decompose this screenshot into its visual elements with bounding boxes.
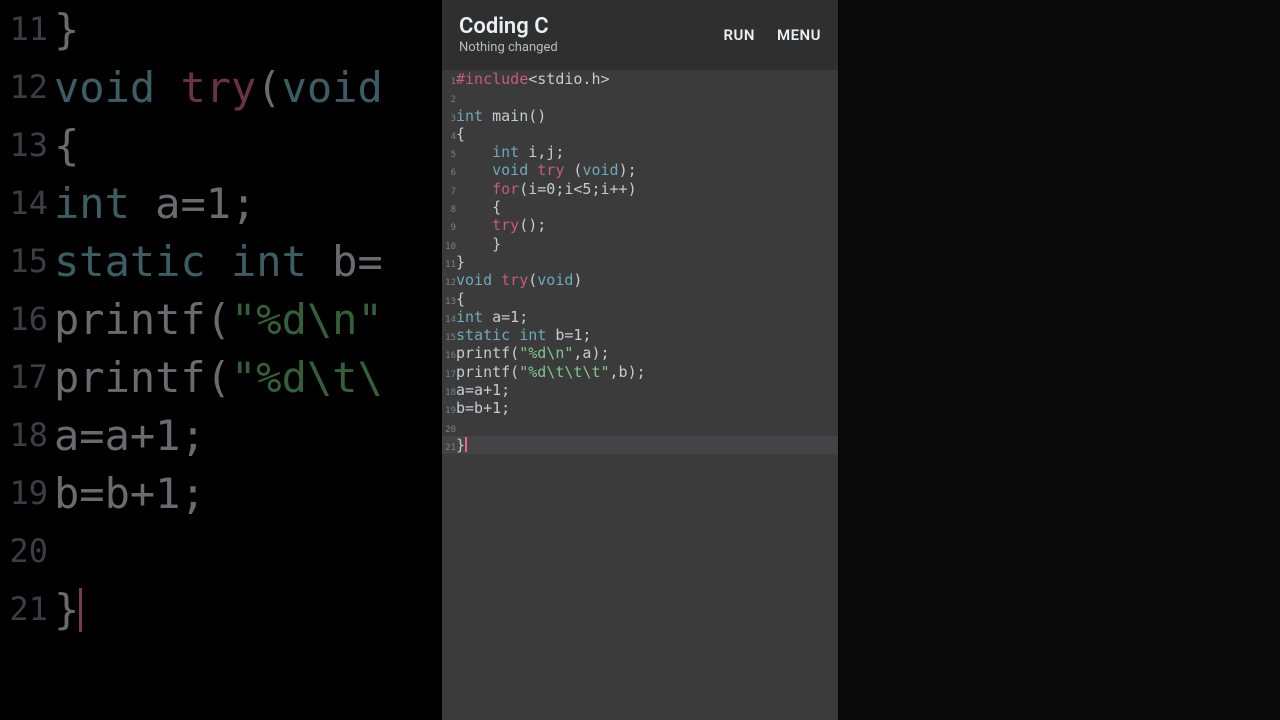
bg-code-line: b=b+1; <box>54 469 206 518</box>
code-text[interactable]: int i,j; <box>456 143 564 161</box>
title-block: Coding C Nothing changed <box>459 14 558 56</box>
code-text[interactable]: } <box>456 253 465 271</box>
code-text[interactable]: } <box>456 436 467 454</box>
bg-line-number: 17 <box>0 358 54 396</box>
code-line[interactable]: 16printf("%d\n",a); <box>442 344 838 362</box>
code-editor[interactable]: 1#include<stdio.h>23int main()4{5 int i,… <box>442 70 838 720</box>
line-number: 21 <box>442 436 456 457</box>
code-line[interactable]: 9 try(); <box>442 216 838 234</box>
code-line[interactable]: 14int a=1; <box>442 308 838 326</box>
app-window: Coding C Nothing changed RUN MENU 1#incl… <box>442 0 838 720</box>
code-text[interactable]: static int b=1; <box>456 326 591 344</box>
bg-code-line: } <box>54 585 82 634</box>
bg-line-number: 16 <box>0 300 54 338</box>
menu-button[interactable]: MENU <box>777 26 821 44</box>
code-text[interactable]: void try(void) <box>456 271 582 289</box>
right-letterbox <box>838 0 1280 720</box>
bg-line-number: 12 <box>0 68 54 106</box>
bg-code-line: a=a+1; <box>54 411 206 460</box>
code-line[interactable]: 8 { <box>442 198 838 216</box>
bg-line-number: 13 <box>0 126 54 164</box>
code-text[interactable]: void try (void); <box>456 161 637 179</box>
code-text[interactable]: for(i=0;i<5;i++) <box>456 180 637 198</box>
code-line[interactable]: 6 void try (void); <box>442 161 838 179</box>
code-text[interactable]: { <box>456 198 501 216</box>
code-line[interactable]: 15static int b=1; <box>442 326 838 344</box>
bg-line-number: 15 <box>0 242 54 280</box>
code-line[interactable]: 1#include<stdio.h> <box>442 70 838 88</box>
bg-line-number: 11 <box>0 10 54 48</box>
code-text[interactable]: { <box>456 125 465 143</box>
code-line[interactable]: 10 } <box>442 235 838 253</box>
bg-line-number: 19 <box>0 474 54 512</box>
code-text[interactable]: a=a+1; <box>456 381 510 399</box>
code-line[interactable]: 3int main() <box>442 107 838 125</box>
code-line[interactable]: 12void try(void) <box>442 271 838 289</box>
bg-code-line: } <box>54 5 79 54</box>
code-text[interactable]: #include<stdio.h> <box>456 70 610 88</box>
bg-code-line: printf("%d\n" <box>54 295 383 344</box>
code-line[interactable]: 20 <box>442 418 838 436</box>
bg-code-line: int a=1; <box>54 179 256 228</box>
code-text[interactable]: int a=1; <box>456 308 528 326</box>
bg-code-line: printf("%d\t\ <box>54 353 383 402</box>
code-line[interactable]: 5 int i,j; <box>442 143 838 161</box>
code-line[interactable]: 4{ <box>442 125 838 143</box>
code-text[interactable]: int main() <box>456 107 546 125</box>
code-line[interactable]: 11} <box>442 253 838 271</box>
bg-line-number: 21 <box>0 590 54 628</box>
app-title: Coding C <box>459 14 558 39</box>
cursor-icon <box>79 588 82 632</box>
toolbar-actions: RUN MENU <box>723 26 821 44</box>
bg-code-line: { <box>54 121 79 170</box>
code-line[interactable]: 2 <box>442 88 838 106</box>
code-line[interactable]: 18a=a+1; <box>442 381 838 399</box>
bg-code-line: static int b= <box>54 237 383 286</box>
code-text[interactable]: } <box>456 235 501 253</box>
bg-code-line: void try(void <box>54 63 383 112</box>
code-line[interactable]: 19b=b+1; <box>442 399 838 417</box>
bg-line-number: 14 <box>0 184 54 222</box>
code-line[interactable]: 21} <box>442 436 838 454</box>
code-text[interactable]: b=b+1; <box>456 399 510 417</box>
bg-line-number: 18 <box>0 416 54 454</box>
code-text[interactable]: printf("%d\n",a); <box>456 344 610 362</box>
code-text[interactable]: try(); <box>456 216 546 234</box>
app-subtitle: Nothing changed <box>459 41 558 56</box>
code-text[interactable]: { <box>456 290 465 308</box>
app-toolbar: Coding C Nothing changed RUN MENU <box>442 0 838 70</box>
cursor-icon <box>465 437 467 452</box>
code-line[interactable]: 13{ <box>442 290 838 308</box>
code-text[interactable]: printf("%d\t\t\t",b); <box>456 363 646 381</box>
bg-line-number: 20 <box>0 532 54 570</box>
code-line[interactable]: 7 for(i=0;i<5;i++) <box>442 180 838 198</box>
code-line[interactable]: 17printf("%d\t\t\t",b); <box>442 363 838 381</box>
run-button[interactable]: RUN <box>723 26 755 44</box>
